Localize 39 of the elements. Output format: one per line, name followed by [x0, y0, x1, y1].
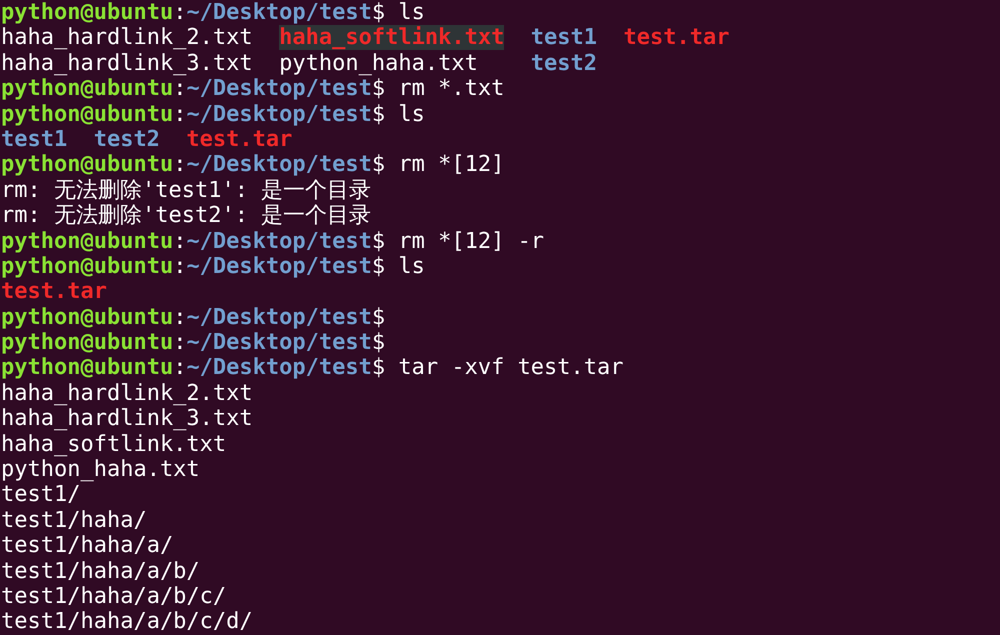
shell-prompt: python@ubuntu:~/Desktop/test$	[1, 0, 386, 26]
command-text: tar -xvf test.tar	[398, 355, 624, 381]
shell-prompt: python@ubuntu:~/Desktop/test$	[1, 355, 386, 381]
archive-name: test.tar	[624, 25, 730, 50]
output-text: rm: 无法删除'test1': 是一个目录	[1, 178, 372, 204]
command-text: rm *[12] -r	[398, 228, 544, 254]
directory-name: test1	[1, 126, 68, 152]
directory-name: test2	[530, 50, 598, 76]
output-text: rm: 无法删除'test2': 是一个目录	[1, 203, 372, 229]
output-text: test1/haha/a/	[1, 533, 174, 559]
output-text: haha_hardlink_2.txt	[1, 380, 253, 406]
file-name: python_haha.txt	[279, 50, 478, 76]
output-text: test1/haha/a/b/c/	[1, 584, 226, 610]
directory-name: test2	[94, 126, 160, 152]
directory-name: test1	[530, 25, 598, 50]
shell-prompt: python@ubuntu:~/Desktop/test$	[1, 304, 386, 330]
output-text: haha_hardlink_3.txt	[1, 406, 253, 432]
output-text: test1/	[1, 482, 80, 508]
command-text: ls	[398, 102, 425, 127]
command-text: rm *[12]	[398, 152, 504, 178]
output-text: test1/haha/	[1, 508, 147, 534]
command-text: ls	[398, 254, 425, 280]
shell-prompt: python@ubuntu:~/Desktop/test$	[1, 152, 386, 178]
shell-prompt: python@ubuntu:~/Desktop/test$	[1, 102, 386, 127]
shell-prompt: python@ubuntu:~/Desktop/test$	[1, 76, 386, 102]
output-text: python_haha.txt	[1, 457, 200, 482]
shell-prompt: python@ubuntu:~/Desktop/test$	[1, 228, 386, 254]
file-name: haha_hardlink_3.txt	[1, 50, 253, 76]
output-text: test1/haha/a/b/	[1, 558, 200, 584]
file-name: haha_hardlink_2.txt	[1, 25, 253, 50]
archive-name: test.tar	[1, 279, 107, 304]
output-text: haha_softlink.txt	[1, 432, 226, 458]
output-text: test1/haha/a/b/c/d/	[1, 609, 253, 635]
shell-prompt: python@ubuntu:~/Desktop/test$	[1, 254, 386, 280]
shell-prompt: python@ubuntu:~/Desktop/test$	[1, 330, 386, 356]
broken-link-name: haha_softlink.txt	[279, 25, 504, 50]
command-text: rm *.txt	[398, 76, 504, 102]
command-text: ls	[398, 0, 425, 26]
archive-name: test.tar	[186, 126, 292, 152]
